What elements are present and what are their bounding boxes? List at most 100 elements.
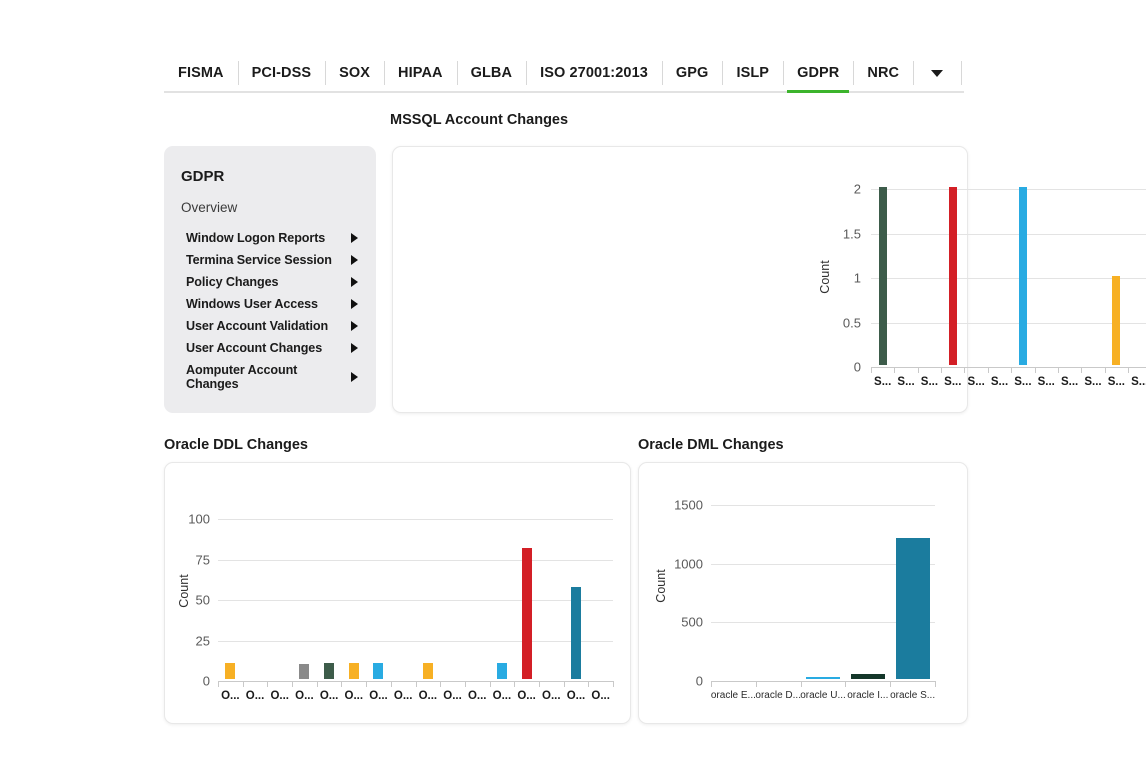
bar[interactable] [348, 662, 359, 679]
x-axis-tickmark [711, 681, 712, 687]
tab-gdpr[interactable]: GDPR [783, 55, 853, 93]
bar-chart-mssql: Count 0 0.5 1 1.5 2 S... S... S... S... S... S... S.… [393, 147, 1146, 412]
sidebar-item-termina-service-session[interactable]: Termina Service Session [181, 249, 360, 271]
x-axis-tickmark [987, 367, 989, 373]
x-axis-tick: O... [467, 690, 487, 702]
y-axis-tick: 0 [853, 359, 861, 375]
x-axis-tick: S... [897, 376, 915, 388]
bar[interactable] [422, 662, 433, 679]
sidebar-item-policy-changes[interactable]: Policy Changes [181, 271, 360, 293]
x-axis-tickmark [613, 681, 614, 687]
bar[interactable] [850, 674, 885, 679]
x-axis-tickmark [1081, 367, 1083, 373]
x-axis-tickmark [1057, 367, 1059, 373]
bar[interactable] [496, 662, 507, 679]
x-axis-tickmark [242, 681, 244, 687]
bar[interactable] [1018, 187, 1027, 365]
sidebar-item-window-logon-reports[interactable]: Window Logon Reports [181, 227, 360, 249]
tab-nrc[interactable]: NRC [853, 55, 913, 91]
bar[interactable] [521, 547, 532, 679]
bar[interactable] [1112, 276, 1121, 365]
tab-iso-27001-2013[interactable]: ISO 27001:2013 [526, 55, 662, 91]
chevron-right-icon [351, 233, 358, 243]
x-axis-tickmark [871, 367, 872, 373]
x-axis-tick: oracle D... [755, 690, 801, 701]
y-axis-tick: 50 [195, 592, 210, 608]
bar[interactable] [948, 187, 957, 365]
x-axis-tick: O... [319, 690, 339, 702]
bar[interactable] [806, 676, 840, 679]
x-axis-tickmark [1011, 367, 1013, 373]
bar[interactable] [373, 662, 384, 679]
gridline [218, 600, 613, 602]
x-axis-tick: O... [393, 690, 413, 702]
x-axis-tickmark [316, 681, 318, 687]
chevron-right-icon [351, 343, 358, 353]
x-axis-tick: O... [295, 690, 314, 702]
bar[interactable] [225, 662, 236, 679]
y-axis-tick: 0 [695, 673, 703, 689]
tab-gpg[interactable]: GPG [661, 55, 723, 91]
x-axis-tickmark [341, 681, 343, 687]
tab-sox[interactable]: SOX [325, 55, 384, 91]
sidebar-item-label: Window Logon Reports [186, 231, 326, 245]
x-axis-tick: oracle E... [710, 690, 756, 701]
x-axis-tickmark [489, 681, 491, 687]
tab-label: HIPAA [398, 65, 443, 81]
tab-hipaa[interactable]: HIPAA [384, 55, 457, 91]
y-axis-tick: 1000 [674, 556, 703, 571]
x-axis-tick: O... [221, 690, 240, 702]
x-axis-tick: S... [967, 376, 985, 388]
x-axis-tickmark [292, 681, 294, 687]
x-axis-tick: O... [344, 690, 364, 702]
x-axis-tick: S... [990, 376, 1009, 388]
x-axis-tickmark [464, 681, 466, 687]
sidebar-item-label: Aomputer Account Changes [186, 363, 298, 391]
tab-label: PCI-DSS [251, 65, 312, 81]
tab-fisma[interactable]: FISMA [164, 55, 238, 91]
bar[interactable] [570, 586, 581, 679]
sidebar-item-label: Windows User Access [186, 297, 318, 311]
bar-chart-ddl: Count 0 25 50 75 100 O... O... O... O... O... O... O… [165, 463, 630, 723]
x-axis-tick: S... [1060, 376, 1079, 388]
bar[interactable] [324, 662, 335, 679]
x-axis-tickmark [1104, 367, 1106, 373]
y-axis-label: Count [177, 574, 191, 608]
x-axis-tickmark [917, 367, 919, 373]
x-axis-tick: S... [1107, 376, 1125, 388]
chevron-right-icon [351, 321, 358, 331]
chart-card-mssql: Count 0 0.5 1 1.5 2 S... S... S... S... S... S... S.… [392, 146, 1146, 413]
x-axis-tick: S... [944, 376, 962, 388]
x-axis-tickmark [563, 681, 565, 687]
x-axis-tickmark [588, 681, 590, 687]
tab-islp[interactable]: ISLP [722, 55, 783, 91]
gridline [218, 559, 613, 561]
x-axis-tick: S... [1084, 376, 1102, 388]
bar[interactable] [895, 538, 930, 679]
sidebar-item-label: Termina Service Session [186, 253, 332, 267]
x-axis-tickmark [218, 681, 219, 687]
compliance-tabbar: FISMA PCI-DSS SOX HIPAA GLBA ISO 27001:2013 GP… [164, 55, 964, 93]
sidebar-item-label: Policy Changes [186, 275, 279, 289]
sidebar-item-user-account-validation[interactable]: User Account Validation [181, 315, 360, 337]
x-axis-tickmark [1128, 367, 1130, 373]
tab-pci-dss[interactable]: PCI-DSS [237, 55, 326, 91]
sidebar-item-overview[interactable]: Overview [181, 200, 360, 215]
chart-card-dml: Count 0 500 1000 1500 oracle E... oracle D... o… [638, 462, 968, 724]
y-axis-tick: 1 [853, 270, 861, 286]
tab-glba[interactable]: GLBA [456, 55, 526, 91]
x-axis-tickmark [964, 367, 966, 373]
tabs-more-button[interactable] [913, 55, 961, 91]
sidebar-item-user-account-changes[interactable]: User Account Changes [181, 337, 360, 359]
gridline [871, 233, 1146, 235]
gridline [871, 189, 1146, 190]
x-axis-tick: O... [245, 690, 265, 702]
y-axis-tick: 0 [202, 673, 210, 689]
bar[interactable] [299, 664, 310, 679]
chevron-down-icon [931, 69, 944, 77]
sidebar-item-aomputer-account-changes[interactable]: Aomputer Account Changes [181, 359, 360, 395]
sidebar-item-windows-user-access[interactable]: Windows User Access [181, 293, 360, 315]
bar[interactable] [878, 187, 887, 365]
x-axis-tick: S... [1131, 376, 1146, 388]
chevron-right-icon [351, 372, 358, 382]
